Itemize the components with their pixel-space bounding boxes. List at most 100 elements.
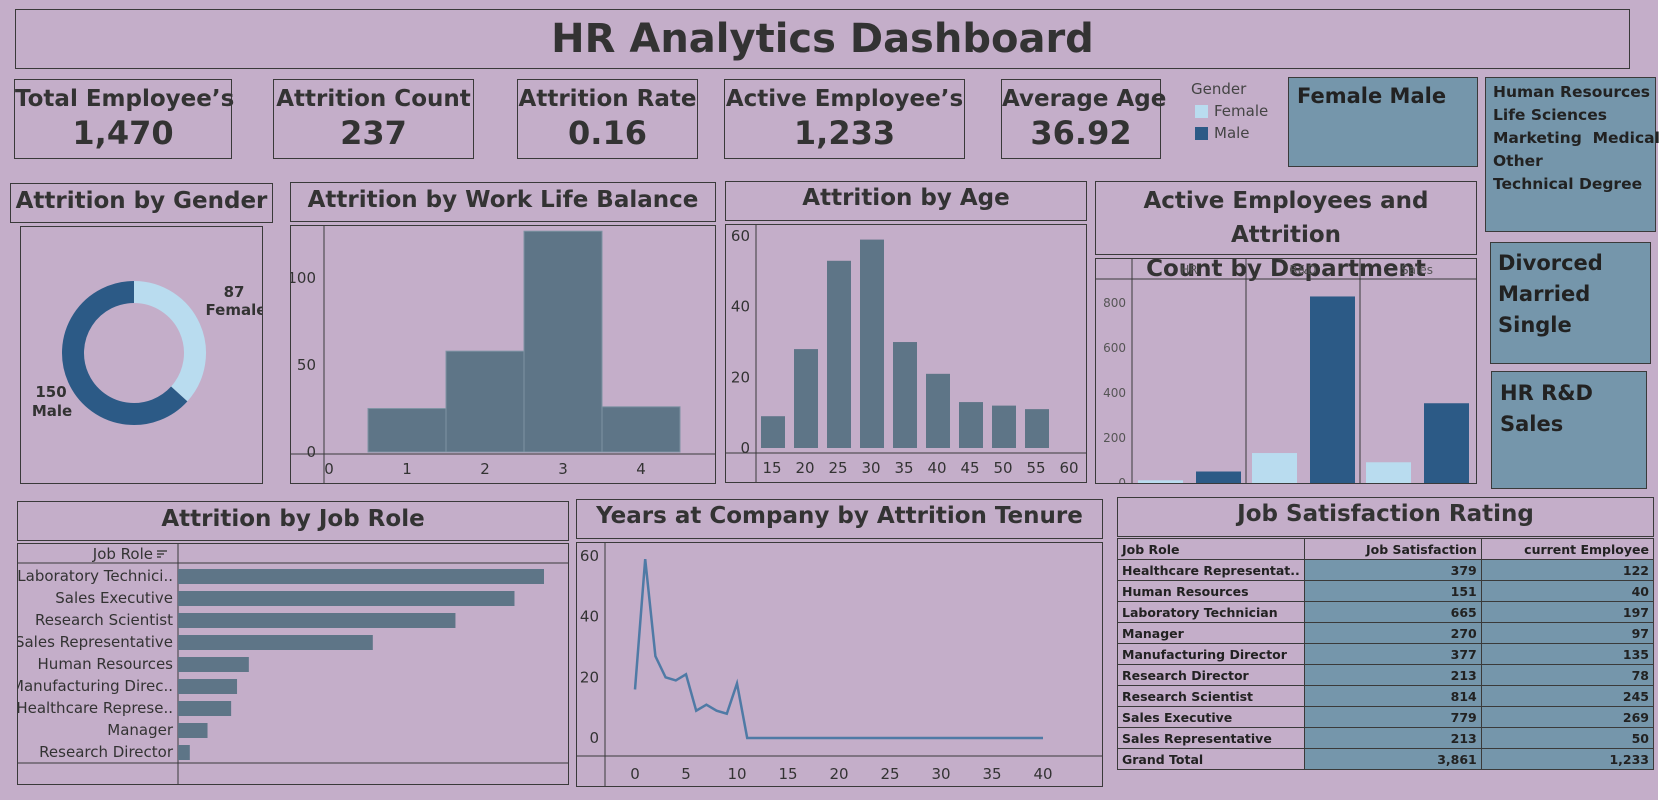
donut-label-value: 150 bbox=[35, 383, 66, 401]
table-cell-value: 814 bbox=[1303, 685, 1482, 707]
filter-item-hr[interactable]: HR bbox=[1500, 381, 1534, 405]
x-tick-label: 5 bbox=[714, 460, 715, 478]
table-cell-role: Sales Representative bbox=[1117, 727, 1305, 749]
bar-age-25 bbox=[827, 260, 851, 448]
x-tick-label: 0 bbox=[630, 765, 640, 783]
department-filter[interactable]: HR R&D Sales bbox=[1491, 371, 1647, 489]
table-cell-value: 197 bbox=[1480, 601, 1655, 623]
filter-item-divorced[interactable]: Divorced bbox=[1498, 248, 1643, 279]
jobrole-label: Human Resources bbox=[38, 655, 174, 673]
dept-chart-box: HR R&D Sales 0 200 400 600 800 bbox=[1095, 258, 1477, 484]
dashboard: HR Analytics Dashboard Total Employee’s … bbox=[0, 0, 1660, 800]
x-tick-label: 60 bbox=[1059, 459, 1078, 477]
legend-item-female[interactable]: Female bbox=[1191, 102, 1281, 120]
education-field-filter[interactable]: Human Resources Life Sciences Marketing … bbox=[1485, 77, 1660, 232]
table-row: Laboratory Technician 665 197 bbox=[1117, 601, 1655, 623]
table-cell-value: 779 bbox=[1303, 706, 1482, 728]
x-tick-label: 40 bbox=[927, 459, 946, 477]
filter-item-single[interactable]: Single bbox=[1498, 310, 1643, 341]
marital-status-filter[interactable]: Divorced Married Single bbox=[1490, 242, 1651, 364]
table-cell-value: 40 bbox=[1480, 580, 1655, 602]
table-row: Grand Total 3,861 1,233 bbox=[1117, 748, 1655, 770]
bar-jobrole bbox=[178, 657, 249, 672]
filter-item-female[interactable]: Female bbox=[1297, 84, 1382, 108]
male-swatch-icon bbox=[1195, 126, 1208, 140]
x-tick-label: 35 bbox=[894, 459, 913, 477]
table-cell-role: Human Resources bbox=[1117, 580, 1305, 602]
filter-item-sales[interactable]: Sales bbox=[1500, 409, 1638, 440]
column-header[interactable]: current Employee bbox=[1480, 538, 1655, 560]
jobrole-chart-box: Job Role Laboratory Technici.. Sales Execu… bbox=[17, 543, 569, 785]
jobrole-label: Research Director bbox=[39, 743, 174, 761]
bar-age-30 bbox=[860, 239, 884, 448]
bar-dept-HR-active bbox=[1196, 471, 1241, 483]
jobrole-panel-title: Attrition by Job Role bbox=[161, 506, 425, 532]
legend-title: Gender bbox=[1191, 80, 1247, 98]
table-cell-value: 213 bbox=[1303, 727, 1482, 749]
x-tick-label: 2 bbox=[480, 460, 490, 478]
y-tick-label: 0 bbox=[740, 439, 750, 457]
filter-item-marketing[interactable]: Marketing bbox=[1493, 129, 1582, 147]
table-cell-value: 269 bbox=[1480, 706, 1655, 728]
filter-item-human-resources[interactable]: Human Resources bbox=[1493, 81, 1650, 104]
kpi-attrition-rate: Attrition Rate 0.16 bbox=[517, 79, 698, 159]
column-header[interactable]: Job Role bbox=[1117, 538, 1305, 560]
dept-header-label: HR bbox=[1180, 263, 1197, 277]
kpi-attrition-count: Attrition Count 237 bbox=[273, 79, 474, 159]
bar-age-55 bbox=[1025, 409, 1049, 448]
table-row: Sales Executive 779 269 bbox=[1117, 706, 1655, 728]
filter-item-other[interactable]: Other bbox=[1493, 150, 1648, 173]
kpi-value: 36.92 bbox=[1030, 114, 1132, 152]
gender-donut-chart: 87Female 150Male bbox=[32, 281, 262, 425]
bar-jobrole bbox=[178, 591, 515, 606]
table-row: Research Scientist 814 245 bbox=[1117, 685, 1655, 707]
bar-dept-Sales-active bbox=[1424, 403, 1469, 483]
filter-item-rd[interactable]: R&D bbox=[1541, 381, 1593, 405]
x-tick-label: 5 bbox=[681, 765, 691, 783]
gender-panel-title: Attrition by Gender bbox=[15, 188, 268, 214]
table-cell-value: 270 bbox=[1303, 622, 1482, 644]
gender-legend[interactable]: Gender Female Male bbox=[1191, 80, 1281, 142]
x-tick-label: 1 bbox=[402, 460, 412, 478]
job-satisfaction-table: Job Role Job Satisfaction current Employee… bbox=[1117, 538, 1655, 770]
legend-label: Male bbox=[1214, 124, 1250, 142]
x-tick-label: 3 bbox=[558, 460, 568, 478]
x-tick-label: 30 bbox=[931, 765, 950, 783]
donut-label-value: 87 bbox=[224, 283, 245, 301]
table-row: Manager 270 97 bbox=[1117, 622, 1655, 644]
x-tick-label: 40 bbox=[1033, 765, 1052, 783]
column-header[interactable]: Job Satisfaction bbox=[1303, 538, 1482, 560]
age-chart-box: 15 20 25 30 35 40 45 50 55 60 0 20 40 60 bbox=[725, 224, 1087, 483]
x-tick-label: 0 bbox=[324, 460, 334, 478]
bar-age-20 bbox=[794, 349, 818, 448]
filter-item-medical[interactable]: Medical bbox=[1593, 129, 1660, 147]
legend-label: Female bbox=[1214, 102, 1269, 120]
kpi-value: 237 bbox=[340, 114, 407, 152]
filter-item-life-sciences[interactable]: Life Sciences bbox=[1493, 104, 1648, 127]
gender-filter[interactable]: Female Male bbox=[1288, 77, 1478, 167]
x-tick-label: 20 bbox=[829, 765, 848, 783]
table-cell-role: Research Scientist bbox=[1117, 685, 1305, 707]
age-bar-chart: 15 20 25 30 35 40 45 50 55 60 0 20 40 60 bbox=[726, 225, 1086, 482]
x-tick-label: 55 bbox=[1026, 459, 1045, 477]
bar-jobrole bbox=[178, 635, 373, 650]
legend-item-male[interactable]: Male bbox=[1191, 124, 1281, 142]
filter-item-technical-degree[interactable]: Technical Degree bbox=[1493, 173, 1648, 196]
x-tick-label: 35 bbox=[982, 765, 1001, 783]
kpi-label: Total Employee’s bbox=[15, 86, 235, 112]
bar-age-40 bbox=[926, 373, 950, 448]
table-cell-value: 213 bbox=[1303, 664, 1482, 686]
jobrole-label: Sales Executive bbox=[55, 589, 173, 607]
table-cell-role: Healthcare Representat.. bbox=[1117, 559, 1305, 581]
kpi-label: Attrition Rate bbox=[518, 86, 697, 112]
y-tick-label: 60 bbox=[731, 227, 750, 245]
table-cell-value: 135 bbox=[1480, 643, 1655, 665]
x-tick-label: 20 bbox=[795, 459, 814, 477]
y-tick-label: 0 bbox=[306, 443, 316, 461]
filter-item-male[interactable]: Male bbox=[1390, 84, 1447, 108]
y-tick-label: 20 bbox=[731, 368, 750, 386]
x-tick-label: 15 bbox=[762, 459, 781, 477]
filter-item-married[interactable]: Married bbox=[1498, 279, 1643, 310]
bar-jobrole bbox=[178, 569, 544, 584]
table-row: Healthcare Representat.. 379 122 bbox=[1117, 559, 1655, 581]
